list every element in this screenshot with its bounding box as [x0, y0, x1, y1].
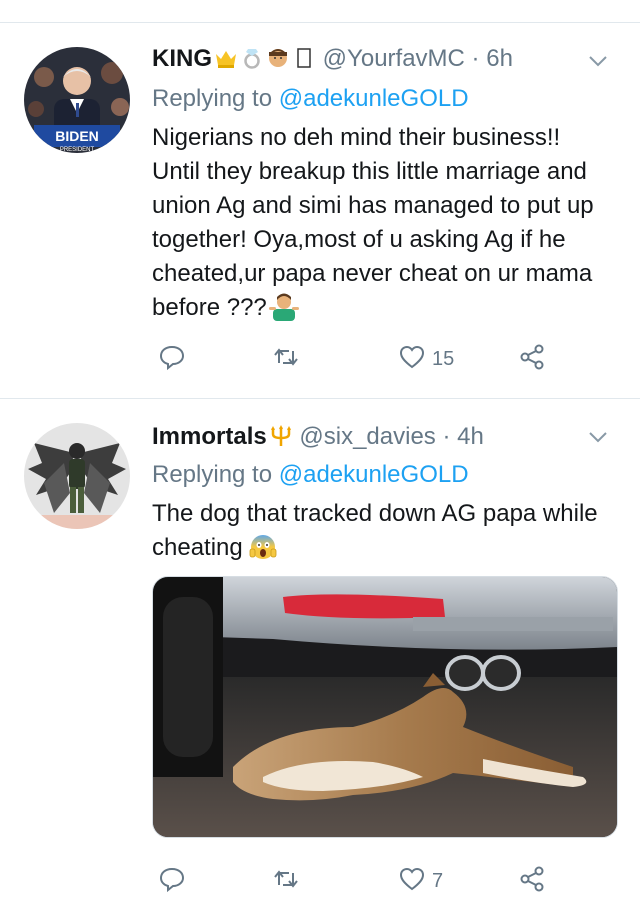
reply-icon — [158, 343, 186, 376]
trident-icon — [269, 424, 293, 448]
tweet[interactable]: Immortals @six_davies · 4h Replying to @… — [0, 399, 640, 908]
tweet-text-line: The dog that tracked down AG papa while — [152, 500, 598, 527]
tweet-text-line: union Ag and simi has managed to put up — [152, 192, 594, 219]
tweet-text: Nigerians no deh mind their business!! U… — [152, 121, 622, 325]
retweet-button[interactable] — [272, 861, 306, 901]
retweet-button[interactable] — [272, 339, 306, 379]
avatar[interactable]: BIDEN PRESIDENT — [24, 47, 130, 153]
retweet-icon — [272, 865, 300, 898]
share-button[interactable] — [518, 861, 546, 901]
like-icon — [398, 865, 426, 898]
tweet-header: Immortals @six_davies · 4h — [152, 423, 580, 455]
reply-icon — [158, 865, 186, 898]
replying-to-label: Replying to — [152, 461, 273, 488]
handle[interactable]: @YourfavMC — [323, 45, 465, 72]
reply-button[interactable] — [158, 339, 192, 379]
screaming-face-emoji-icon — [249, 533, 277, 561]
replying-to: Replying to @adekunleGOLD — [152, 461, 469, 489]
chevron-down-icon[interactable] — [584, 47, 612, 75]
retweet-icon — [272, 343, 300, 376]
tweet-header: KING @YourfavMC · 6h — [152, 45, 580, 77]
crown-icon — [214, 46, 238, 70]
tweet-text-line-last: before ??? — [152, 291, 622, 325]
tweet-text-line-last: cheating — [152, 531, 622, 565]
like-icon — [398, 343, 426, 376]
ring-icon — [240, 46, 264, 70]
timestamp[interactable]: 4h — [457, 423, 484, 450]
tweet-text-line: together! Oya,most of u asking Ag if he — [152, 226, 566, 253]
chevron-down-icon[interactable] — [584, 423, 612, 451]
shrug-emoji-icon — [268, 291, 299, 321]
tweet-text-line: Until they breakup this little marriage … — [152, 158, 587, 185]
tweet-text: The dog that tracked down AG papa while … — [152, 497, 622, 565]
separator-dot: · — [471, 45, 480, 72]
tweet-actions: 15 — [152, 339, 592, 379]
display-name[interactable]: KING — [152, 45, 212, 72]
like-button[interactable]: 7 — [398, 861, 443, 901]
missing-glyph-icon — [292, 46, 316, 70]
like-count: 7 — [432, 869, 444, 892]
tweet-media-image[interactable] — [152, 576, 618, 838]
like-count: 15 — [432, 347, 455, 370]
avatar[interactable] — [24, 423, 130, 529]
tweet-text-line: cheated,ur papa never cheat on ur mama — [152, 260, 593, 287]
tweet-text-line: Nigerians no deh mind their business!! — [152, 124, 561, 151]
handle[interactable]: @six_davies — [299, 423, 435, 450]
man-emoji-icon — [266, 46, 290, 70]
replying-to-label: Replying to — [152, 85, 273, 112]
mention-link[interactable]: @adekunleGOLD — [279, 85, 469, 112]
mention-link[interactable]: @adekunleGOLD — [279, 461, 469, 488]
tweet[interactable]: BIDEN PRESIDENT KING @YourfavMC · 6h Rep… — [0, 23, 640, 398]
timestamp[interactable]: 6h — [486, 45, 513, 72]
share-icon — [518, 865, 546, 898]
tweet-actions: 7 — [152, 861, 592, 901]
share-button[interactable] — [518, 339, 546, 379]
share-icon — [518, 343, 546, 376]
like-button[interactable]: 15 — [398, 339, 454, 379]
reply-button[interactable] — [158, 861, 192, 901]
replying-to: Replying to @adekunleGOLD — [152, 85, 469, 113]
avatar-subtext: PRESIDENT — [60, 147, 95, 153]
avatar-text: BIDEN — [55, 128, 99, 144]
separator-dot: · — [442, 423, 451, 450]
display-name[interactable]: Immortals — [152, 423, 267, 450]
